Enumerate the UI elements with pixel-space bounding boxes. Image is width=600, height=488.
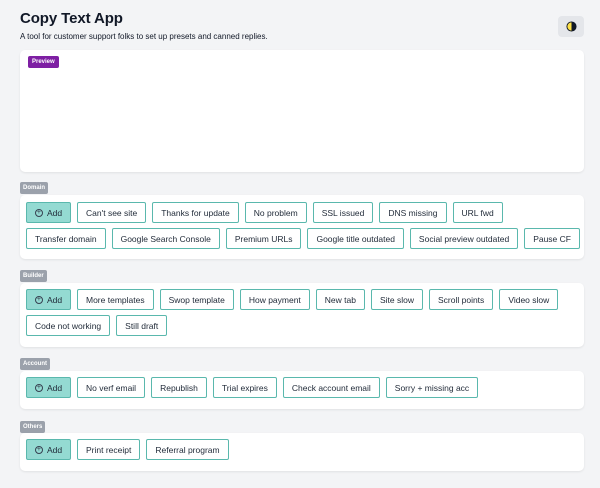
preset-button[interactable]: Code not working: [26, 315, 111, 336]
preset-button[interactable]: Premium URLs: [225, 228, 302, 249]
section-card-builder: + Add More templates Swop template How pa…: [20, 283, 584, 347]
preview-panel: Preview: [20, 50, 584, 172]
preset-button[interactable]: Google Search Console: [111, 228, 220, 249]
preset-button[interactable]: More templates: [77, 289, 154, 310]
preset-button[interactable]: No verf email: [77, 377, 146, 398]
preset-button[interactable]: Transfer domain: [26, 228, 106, 249]
preset-button[interactable]: Thanks for update: [152, 202, 239, 223]
preset-button[interactable]: Still draft: [116, 315, 168, 336]
plus-icon: +: [34, 295, 43, 304]
plus-icon: +: [34, 208, 43, 217]
preset-button[interactable]: SSL issued: [312, 202, 374, 223]
preset-button[interactable]: Check account email: [282, 377, 380, 398]
theme-toggle-button[interactable]: [558, 16, 584, 37]
preset-button[interactable]: Swop template: [159, 289, 234, 310]
plus-icon: +: [34, 445, 43, 454]
add-button-domain[interactable]: + Add: [26, 202, 71, 223]
preset-button[interactable]: Site slow: [370, 289, 423, 310]
preset-button[interactable]: No problem: [244, 202, 307, 223]
preset-button[interactable]: Scroll points: [429, 289, 494, 310]
preset-button[interactable]: Republish: [151, 377, 207, 398]
section-label-domain: Domain: [20, 182, 49, 194]
preset-button[interactable]: Sorry + missing acc: [385, 377, 479, 398]
section-card-account: + Add No verf email Republish Trial expir…: [20, 371, 584, 409]
plus-icon: +: [34, 383, 43, 392]
app-subtitle: A tool for customer support folks to set…: [20, 32, 268, 41]
add-button-account[interactable]: + Add: [26, 377, 71, 398]
add-label: Add: [46, 294, 63, 305]
preview-badge: Preview: [28, 56, 59, 68]
section-card-domain: + Add Can't see site Thanks for update No…: [20, 195, 584, 259]
section-label-builder: Builder: [20, 270, 47, 282]
preset-button[interactable]: Trial expires: [212, 377, 277, 398]
app-title: Copy Text App: [20, 10, 123, 27]
preset-button[interactable]: Social preview outdated: [409, 228, 519, 249]
preset-button[interactable]: Pause CF: [524, 228, 580, 249]
preset-button[interactable]: How payment: [239, 289, 310, 310]
section-label-account: Account: [20, 358, 50, 370]
half-moon-icon: [565, 21, 577, 32]
add-button-builder[interactable]: + Add: [26, 289, 71, 310]
preset-button[interactable]: Video slow: [499, 289, 559, 310]
preset-button[interactable]: Referral program: [146, 439, 229, 460]
preset-button[interactable]: DNS missing: [379, 202, 447, 223]
preset-button[interactable]: New tab: [315, 289, 365, 310]
add-label: Add: [46, 382, 63, 393]
header: Copy Text App A tool for customer suppor…: [20, 10, 268, 42]
section-label-others: Others: [20, 421, 46, 433]
preset-button[interactable]: Can't see site: [77, 202, 147, 223]
preset-button[interactable]: URL fwd: [452, 202, 503, 223]
section-card-others: + Add Print receipt Referral program: [20, 433, 584, 471]
add-label: Add: [46, 207, 63, 218]
preset-button[interactable]: Google title outdated: [307, 228, 404, 249]
add-button-others[interactable]: + Add: [26, 439, 71, 460]
add-label: Add: [46, 444, 63, 455]
preset-button[interactable]: Print receipt: [77, 439, 141, 460]
